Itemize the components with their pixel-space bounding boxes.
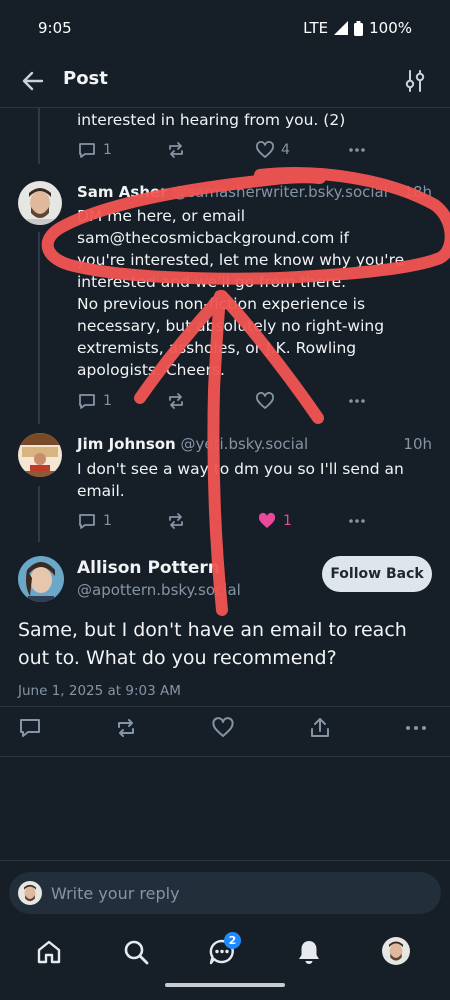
like-button[interactable]: 4 [255, 138, 290, 162]
filter-icon[interactable] [402, 68, 428, 94]
reply-button[interactable]: 1 [77, 389, 112, 413]
author-name[interactable]: Allison Pottern [77, 558, 220, 578]
post-actions: 1 4 [77, 138, 377, 162]
author-name[interactable]: Jim Johnson [77, 435, 176, 453]
text-line: interested and we'll go from there. [77, 273, 347, 291]
avatar[interactable] [18, 556, 64, 602]
more-icon[interactable] [404, 716, 428, 740]
text-line: you're interested, let me know why you'r… [77, 251, 405, 269]
post-meta: Jim Johnson @yeti.bsky.social [77, 435, 308, 453]
text-line: necessary, but absolutely no right-wing [77, 317, 385, 335]
avatar[interactable] [18, 433, 62, 477]
author-handle[interactable]: @apottern.bsky.social [77, 581, 241, 599]
like-button[interactable] [255, 389, 281, 413]
main-post-actions [0, 716, 450, 742]
repost-button[interactable] [166, 138, 186, 162]
text-line: email. [77, 482, 125, 500]
profile-avatar[interactable] [382, 937, 410, 965]
reply-button[interactable]: 1 [77, 138, 112, 162]
status-bar: 9:05 LTE 100% [0, 0, 450, 56]
post-time: 10h [403, 435, 432, 453]
reply-count: 1 [103, 142, 112, 158]
page-title: Post [63, 68, 108, 89]
reply-count: 1 [103, 393, 112, 409]
text-line: sam@thecosmicbackground.com if [77, 229, 350, 247]
post-text: interested in hearing from you. (2) [77, 111, 346, 129]
reply-button[interactable]: 1 [77, 509, 112, 533]
bottom-nav [0, 924, 450, 984]
reply-placeholder[interactable]: Write your reply [51, 884, 180, 903]
thread-post-sam-asher[interactable]: Sam Asher @samasherwriter.bsky.social 18… [0, 172, 450, 424]
repost-icon[interactable] [114, 716, 138, 740]
more-button[interactable] [347, 509, 367, 533]
like-count: 1 [283, 513, 292, 529]
thread-post-tail[interactable]: interested in hearing from you. (2) 1 4 [0, 108, 450, 172]
like-count: 4 [281, 142, 290, 158]
bell-icon[interactable] [295, 938, 323, 966]
divider [0, 860, 450, 861]
divider [0, 706, 450, 707]
signal-icon [334, 21, 349, 35]
reply-count: 1 [103, 513, 112, 529]
network-label: LTE [303, 19, 329, 37]
battery-label: 100% [369, 19, 412, 37]
post-meta: Sam Asher @samasherwriter.bsky.social [77, 183, 388, 201]
like-button[interactable]: 1 [257, 509, 292, 533]
post-text: DM me here, or email sam@thecosmicbackgr… [77, 205, 437, 381]
author-handle[interactable]: @yeti.bsky.social [181, 435, 309, 453]
repost-button[interactable] [166, 389, 186, 413]
text-line: I don't see a way to dm you so I'll send… [77, 460, 404, 478]
post-time: 18h [403, 183, 432, 201]
more-button[interactable] [347, 389, 367, 413]
author-name[interactable]: Sam Asher [77, 183, 168, 201]
heart-icon [256, 141, 274, 158]
avatar[interactable] [18, 181, 62, 225]
text-line: DM me here, or email [77, 207, 246, 225]
search-icon[interactable] [122, 938, 150, 966]
reply-icon[interactable] [18, 716, 42, 740]
status-time: 9:05 [38, 19, 72, 37]
status-indicators: LTE 100% [303, 19, 412, 37]
post-date: June 1, 2025 at 9:03 AM [18, 683, 181, 699]
home-indicator [165, 983, 285, 987]
avatar [18, 881, 42, 905]
main-post-text: Same, but I don't have an email to reach… [18, 619, 407, 669]
back-arrow-icon[interactable] [20, 68, 46, 94]
reply-icon [79, 514, 95, 529]
more-icon [349, 399, 365, 403]
more-button[interactable] [347, 138, 367, 162]
text-line: apologists. Cheers. [77, 361, 225, 379]
post-text: I don't see a way to dm you so I'll send… [77, 458, 437, 502]
post-actions: 1 1 [77, 509, 377, 533]
heart-icon[interactable] [211, 716, 235, 740]
heart-icon [258, 512, 276, 528]
share-icon[interactable] [308, 716, 332, 740]
reply-icon [79, 143, 95, 158]
reply-composer[interactable]: Write your reply [9, 872, 441, 914]
repost-icon [169, 142, 183, 158]
home-icon[interactable] [35, 938, 63, 966]
author-handle[interactable]: @samasherwriter.bsky.social [172, 183, 388, 201]
top-header: Post [0, 56, 450, 108]
follow-back-button[interactable]: Follow Back [322, 556, 432, 592]
repost-button[interactable] [166, 509, 186, 533]
heart-icon [256, 392, 274, 409]
chat-badge: 2 [224, 932, 241, 949]
more-icon [349, 519, 365, 523]
reply-icon [79, 394, 95, 409]
repost-icon [169, 513, 183, 529]
thread-post-jim-johnson[interactable]: Jim Johnson @yeti.bsky.social 10h I don'… [0, 424, 450, 544]
more-icon [349, 148, 365, 152]
divider [0, 756, 450, 757]
battery-icon [354, 20, 364, 36]
post-actions: 1 [77, 389, 377, 413]
text-line: extremists, assholes, or J.K. Rowling [77, 339, 357, 357]
text-line: No previous non-fiction experience is [77, 295, 366, 313]
repost-icon [169, 393, 183, 409]
